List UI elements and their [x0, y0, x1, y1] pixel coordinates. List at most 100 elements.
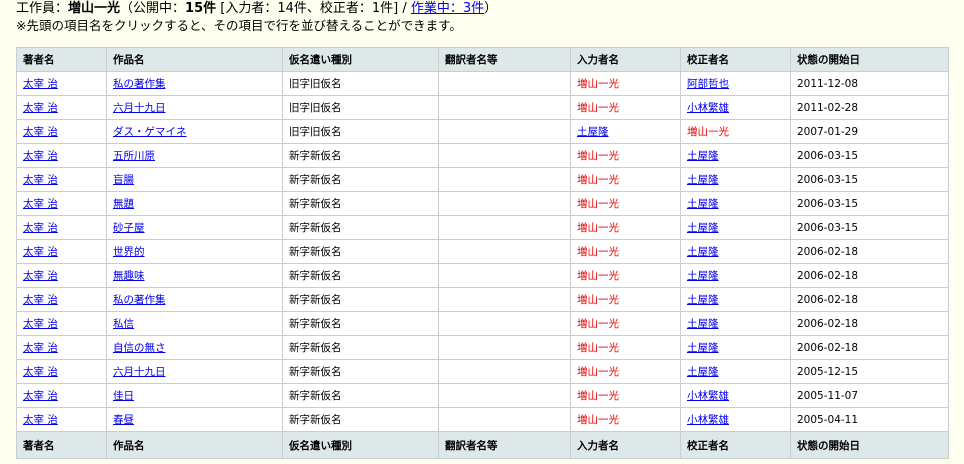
author-link[interactable]: 太宰 治 — [23, 78, 58, 90]
input-person-self: 増山一光 — [577, 390, 619, 402]
input-cell: 増山一光 — [570, 311, 681, 336]
title-link[interactable]: 六月十九日 — [113, 102, 166, 114]
author-cell: 太宰 治 — [16, 383, 107, 408]
translator-cell — [438, 95, 571, 120]
date-cell: 2011-02-28 — [790, 95, 949, 120]
proofreader-link[interactable]: 土屋隆 — [687, 174, 719, 186]
column-header-author[interactable]: 著者名 — [16, 47, 107, 72]
table-row: 太宰 治 世界的 新字新仮名 増山一光 土屋隆 2006-02-18 — [16, 239, 949, 264]
title-link[interactable]: 五所川原 — [113, 150, 155, 162]
proofreader-link[interactable]: 土屋隆 — [687, 246, 719, 258]
kana-cell: 新字新仮名 — [282, 263, 439, 288]
proofreader-link[interactable]: 土屋隆 — [687, 270, 719, 282]
worker-summary: 工作員：増山一光（公開中：15件 [入力者：14件、校正者：1件] / 作業中：… — [16, 0, 497, 17]
proofreader-link[interactable]: 土屋隆 — [687, 366, 719, 378]
kana-cell: 新字新仮名 — [282, 287, 439, 312]
column-header-title[interactable]: 作品名 — [106, 47, 283, 72]
table-row: 太宰 治 砂子屋 新字新仮名 増山一光 土屋隆 2006-03-15 — [16, 215, 949, 240]
column-header-kana-type[interactable]: 仮名遣い種別 — [282, 47, 439, 72]
author-link[interactable]: 太宰 治 — [23, 414, 58, 426]
title-link[interactable]: 無題 — [113, 198, 134, 210]
input-cell: 増山一光 — [570, 95, 681, 120]
proofreader-link[interactable]: 小林繁雄 — [687, 390, 729, 402]
proofreader-link[interactable]: 小林繁雄 — [687, 102, 729, 114]
input-person-self: 増山一光 — [577, 102, 619, 114]
status-date-cell: 2005-11-07 — [797, 389, 859, 402]
author-link[interactable]: 太宰 治 — [23, 102, 58, 114]
author-link[interactable]: 太宰 治 — [23, 342, 58, 354]
author-link[interactable]: 太宰 治 — [23, 318, 58, 330]
date-cell: 2006-03-15 — [790, 215, 949, 240]
input-person-link[interactable]: 土屋隆 — [577, 126, 609, 138]
author-link[interactable]: 太宰 治 — [23, 390, 58, 402]
kana-type-cell: 新字新仮名 — [289, 390, 342, 402]
proofreader-link[interactable]: 阿部哲也 — [687, 78, 729, 90]
input-cell: 増山一光 — [570, 359, 681, 384]
input-cell: 増山一光 — [570, 287, 681, 312]
status-date-cell: 2011-02-28 — [797, 101, 859, 114]
author-link[interactable]: 太宰 治 — [23, 270, 58, 282]
title-link[interactable]: 無趣味 — [113, 270, 145, 282]
title-link[interactable]: ダス・ゲマイネ — [113, 126, 187, 138]
column-header-input-person[interactable]: 入力者名 — [570, 47, 681, 72]
table-row: 太宰 治 自信の無さ 新字新仮名 増山一光 土屋隆 2006-02-18 — [16, 335, 949, 360]
author-link[interactable]: 太宰 治 — [23, 126, 58, 138]
proofreader-link[interactable]: 小林繁雄 — [687, 414, 729, 426]
table-row: 太宰 治 六月十九日 新字新仮名 増山一光 土屋隆 2005-12-15 — [16, 359, 949, 384]
table-row: 太宰 治 ダス・ゲマイネ 旧字旧仮名 土屋隆 増山一光 2007-01-29 — [16, 119, 949, 144]
date-cell: 2006-03-15 — [790, 167, 949, 192]
proof-cell: 土屋隆 — [680, 335, 791, 360]
author-cell: 太宰 治 — [16, 359, 107, 384]
date-cell: 2005-11-07 — [790, 383, 949, 408]
author-link[interactable]: 太宰 治 — [23, 294, 58, 306]
column-header-status-date[interactable]: 状態の開始日 — [790, 47, 949, 72]
author-link[interactable]: 太宰 治 — [23, 246, 58, 258]
date-cell: 2006-02-18 — [790, 335, 949, 360]
proofreader-link[interactable]: 土屋隆 — [687, 150, 719, 162]
title-link[interactable]: 佳日 — [113, 390, 134, 402]
proofreader-link[interactable]: 土屋隆 — [687, 294, 719, 306]
table-row: 太宰 治 六月十九日 旧字旧仮名 増山一光 小林繁雄 2011-02-28 — [16, 95, 949, 120]
column-header-translator[interactable]: 翻訳者名等 — [438, 47, 571, 72]
proofreader-link[interactable]: 土屋隆 — [687, 342, 719, 354]
author-link[interactable]: 太宰 治 — [23, 222, 58, 234]
title-cell: 無趣味 — [106, 263, 283, 288]
proofreader-link[interactable]: 土屋隆 — [687, 222, 719, 234]
input-person-self: 増山一光 — [577, 174, 619, 186]
title-link[interactable]: 自信の無さ — [113, 342, 166, 354]
author-link[interactable]: 太宰 治 — [23, 150, 58, 162]
title-link[interactable]: 盲腸 — [113, 174, 134, 186]
sort-note: ※先頭の項目名をクリックすると、その項目で行を並び替えることができます。 — [16, 18, 462, 33]
table-row: 太宰 治 私信 新字新仮名 増山一光 土屋隆 2006-02-18 — [16, 311, 949, 336]
kana-type-cell: 新字新仮名 — [289, 294, 342, 306]
input-cell: 増山一光 — [570, 167, 681, 192]
title-link[interactable]: 春昼 — [113, 414, 134, 426]
kana-cell: 新字新仮名 — [282, 359, 439, 384]
title-link[interactable]: 私の著作集 — [113, 78, 166, 90]
title-cell: 私信 — [106, 311, 283, 336]
input-person-self: 増山一光 — [577, 198, 619, 210]
title-link[interactable]: 六月十九日 — [113, 366, 166, 378]
title-cell: 春昼 — [106, 407, 283, 432]
kana-cell: 旧字旧仮名 — [282, 71, 439, 96]
author-link[interactable]: 太宰 治 — [23, 198, 58, 210]
status-date-cell: 2006-03-15 — [797, 149, 859, 162]
kana-cell: 旧字旧仮名 — [282, 95, 439, 120]
role-counts: [入力者：14件、校正者：1件] / — [216, 1, 411, 16]
author-link[interactable]: 太宰 治 — [23, 366, 58, 378]
author-link[interactable]: 太宰 治 — [23, 174, 58, 186]
title-link[interactable]: 私信 — [113, 318, 134, 330]
proofreader-link[interactable]: 土屋隆 — [687, 198, 719, 210]
title-link[interactable]: 世界的 — [113, 246, 145, 258]
date-cell: 2011-12-08 — [790, 71, 949, 96]
title-cell: 自信の無さ — [106, 335, 283, 360]
title-cell: 私の著作集 — [106, 71, 283, 96]
working-count-link[interactable]: 作業中：3件 — [411, 1, 484, 16]
column-header-proofreader[interactable]: 校正者名 — [680, 47, 791, 72]
author-cell: 太宰 治 — [16, 239, 107, 264]
translator-cell — [438, 191, 571, 216]
title-link[interactable]: 私の著作集 — [113, 294, 166, 306]
title-link[interactable]: 砂子屋 — [113, 222, 145, 234]
proofreader-link[interactable]: 土屋隆 — [687, 318, 719, 330]
status-date-cell: 2006-02-18 — [797, 245, 859, 258]
